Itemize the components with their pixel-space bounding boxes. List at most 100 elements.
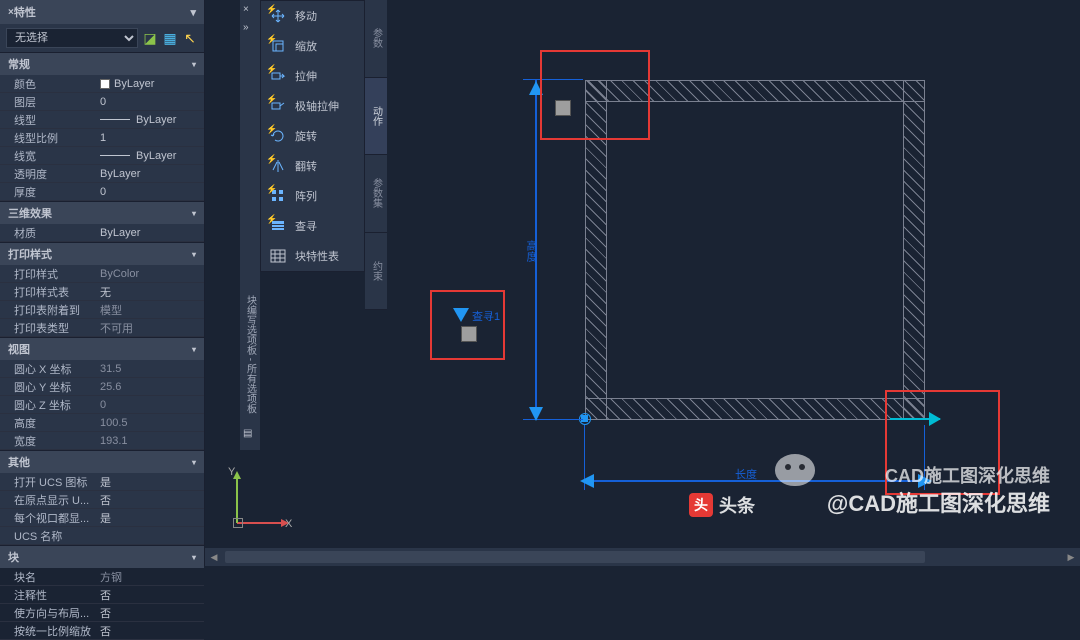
prop-centerx-value: 31.5 bbox=[96, 363, 204, 375]
highlight-box bbox=[540, 50, 650, 140]
tab-parameters[interactable]: 参数 bbox=[365, 0, 387, 78]
options-icon[interactable]: ▾ bbox=[190, 6, 196, 19]
lookup-label: 查寻1 bbox=[472, 308, 500, 324]
action-scale[interactable]: ⚡缩放 bbox=[261, 31, 364, 61]
prop-centery-value: 25.6 bbox=[96, 381, 204, 393]
prop-annotative-value[interactable]: 否 bbox=[96, 587, 204, 603]
prop-centerz-label: 圆心 Z 坐标 bbox=[14, 397, 96, 413]
prop-plotattach-value: 模型 bbox=[96, 302, 204, 318]
prop-plottype-label: 打印表类型 bbox=[14, 320, 96, 336]
palette-tabs: 参数 动作 参数集 约束 bbox=[365, 0, 387, 310]
action-grip[interactable] bbox=[555, 100, 571, 116]
close-icon[interactable]: × bbox=[243, 4, 257, 18]
prop-ltscale-label: 线型比例 bbox=[14, 130, 96, 146]
properties-icon[interactable]: ▤ bbox=[243, 428, 257, 442]
prop-origin-value[interactable]: 否 bbox=[96, 492, 204, 508]
tab-constraints[interactable]: 约束 bbox=[365, 233, 387, 311]
panel-titlebar[interactable]: × 特性 ▾ bbox=[0, 0, 204, 24]
prop-height-value: 100.5 bbox=[96, 417, 204, 429]
prop-plotstyle-label: 打印样式 bbox=[14, 266, 96, 282]
prop-ucs-label: 打开 UCS 图标 bbox=[14, 474, 96, 490]
action-array[interactable]: ⚡阵列 bbox=[261, 181, 364, 211]
toutiao-badge: 头 头条 bbox=[689, 492, 755, 518]
prop-uniform-label: 按统一比例缩放 bbox=[14, 623, 96, 639]
prop-transparency-value[interactable]: ByLayer bbox=[96, 168, 204, 180]
prop-linetype-label: 线型 bbox=[14, 112, 96, 128]
prop-transparency-label: 透明度 bbox=[14, 166, 96, 182]
prop-centerx-label: 圆心 X 坐标 bbox=[14, 361, 96, 377]
arrow-left-icon bbox=[573, 474, 594, 488]
palette-strip[interactable]: × » 块编写选项板 - 所有选项板 ▤ bbox=[240, 0, 260, 450]
quickselect-icon[interactable]: ◪ bbox=[142, 30, 158, 46]
prop-origin-label: 在原点显示 U... bbox=[14, 492, 96, 508]
watermark: CAD施工图深化思维 bbox=[885, 462, 1050, 488]
watermark: @CAD施工图深化思维 bbox=[827, 486, 1050, 518]
prop-plottable-value[interactable]: 无 bbox=[96, 284, 204, 300]
section-misc[interactable]: 其他▾ bbox=[0, 450, 204, 473]
prop-centery-label: 圆心 Y 坐标 bbox=[14, 379, 96, 395]
prop-thickness-value[interactable]: 0 bbox=[96, 186, 204, 198]
scrollbar-thumb[interactable] bbox=[225, 551, 925, 563]
prop-linetype-value[interactable]: ByLayer bbox=[96, 114, 204, 126]
prop-layer-value[interactable]: 0 bbox=[96, 96, 204, 108]
prop-lweight-value[interactable]: ByLayer bbox=[96, 150, 204, 162]
action-flip[interactable]: ⚡翻转 bbox=[261, 151, 364, 181]
properties-panel: × 特性 ▾ 无选择 ◪ ▦ ↖ 常规▾ 颜色ByLayer 图层0 线型ByL… bbox=[0, 0, 205, 566]
prop-layer-label: 图层 bbox=[14, 94, 96, 110]
prop-thickness-label: 厚度 bbox=[14, 184, 96, 200]
selection-dropdown[interactable]: 无选择 bbox=[6, 28, 138, 48]
prop-ltscale-value[interactable]: 1 bbox=[96, 132, 204, 144]
prop-viewport-value[interactable]: 是 bbox=[96, 510, 204, 526]
action-palette: ⚡移动 ⚡缩放 ⚡拉伸 ⚡极轴拉伸 ⚡旋转 ⚡翻转 ⚡阵列 ⚡查寻 块特性表 bbox=[260, 0, 365, 272]
prop-width-value: 193.1 bbox=[96, 435, 204, 447]
section-plot[interactable]: 打印样式▾ bbox=[0, 242, 204, 265]
action-lookup[interactable]: ⚡查寻 bbox=[261, 211, 364, 241]
prop-ucsname-label: UCS 名称 bbox=[14, 528, 96, 544]
section-block[interactable]: 块▾ bbox=[0, 545, 204, 568]
prop-material-value[interactable]: ByLayer bbox=[96, 227, 204, 239]
prop-blockname-value: 方钢 bbox=[96, 569, 204, 585]
prop-color-value[interactable]: ByLayer bbox=[96, 78, 204, 90]
action-stretch[interactable]: ⚡拉伸 bbox=[261, 61, 364, 91]
arrow-down-icon bbox=[529, 407, 543, 428]
wechat-icon bbox=[775, 454, 815, 486]
action-rotate[interactable]: ⚡旋转 bbox=[261, 121, 364, 151]
section-view[interactable]: 视图▾ bbox=[0, 337, 204, 360]
pickadd-icon[interactable]: ▦ bbox=[162, 30, 178, 46]
chevrons-icon[interactable]: » bbox=[243, 22, 257, 36]
select-objects-icon[interactable]: ↖ bbox=[182, 30, 198, 46]
prop-orient-value[interactable]: 否 bbox=[96, 605, 204, 621]
prop-annotative-label: 注释性 bbox=[14, 587, 96, 603]
prop-orient-label: 使方向与布局... bbox=[14, 605, 96, 621]
horizontal-scrollbar[interactable]: ◀ ▶ bbox=[205, 548, 1080, 566]
prop-plotattach-label: 打印表附着到 bbox=[14, 302, 96, 318]
scroll-right-icon[interactable]: ▶ bbox=[1062, 548, 1080, 566]
section-3deffect[interactable]: 三维效果▾ bbox=[0, 201, 204, 224]
selection-row: 无选择 ◪ ▦ ↖ bbox=[0, 24, 204, 52]
prop-ucs-value[interactable]: 是 bbox=[96, 474, 204, 490]
dim-v-label: 高度 bbox=[523, 240, 539, 262]
stretch-arrow-icon[interactable] bbox=[890, 418, 940, 420]
section-general[interactable]: 常规▾ bbox=[0, 52, 204, 75]
prop-viewport-label: 每个视口都显... bbox=[14, 510, 96, 526]
prop-plotstyle-value: ByColor bbox=[96, 268, 204, 280]
prop-lweight-label: 线宽 bbox=[14, 148, 96, 164]
prop-centerz-value: 0 bbox=[96, 399, 204, 411]
prop-plottype-value: 不可用 bbox=[96, 320, 204, 336]
palette-strip-label: 块编写选项板 - 所有选项板 bbox=[243, 295, 258, 414]
scroll-left-icon[interactable]: ◀ bbox=[205, 548, 223, 566]
prop-material-label: 材质 bbox=[14, 225, 96, 241]
prop-uniform-value[interactable]: 否 bbox=[96, 623, 204, 639]
action-polar-stretch[interactable]: ⚡极轴拉伸 bbox=[261, 91, 364, 121]
tab-parameter-sets[interactable]: 参数集 bbox=[365, 155, 387, 233]
prop-blockname-label: 块名 bbox=[14, 569, 96, 585]
action-prop-table[interactable]: 块特性表 bbox=[261, 241, 364, 271]
dim-h-label: 长度 bbox=[735, 466, 757, 482]
tab-actions[interactable]: 动作 bbox=[365, 78, 387, 156]
prop-color-label: 颜色 bbox=[14, 76, 96, 92]
panel-title: 特性 bbox=[14, 4, 191, 20]
action-grip[interactable] bbox=[461, 326, 477, 342]
prop-height-label: 高度 bbox=[14, 415, 96, 431]
prop-plottable-label: 打印样式表 bbox=[14, 284, 96, 300]
action-move[interactable]: ⚡移动 bbox=[261, 1, 364, 31]
